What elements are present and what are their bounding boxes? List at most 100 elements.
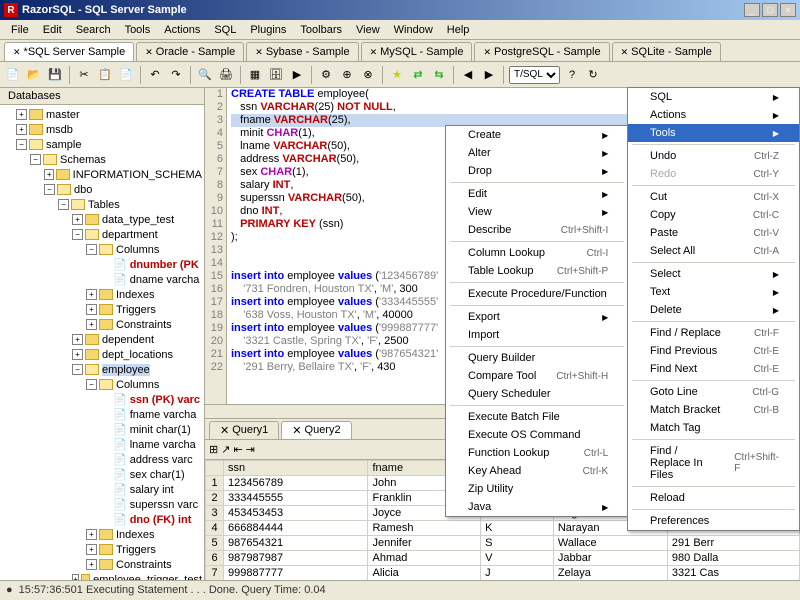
tree-node[interactable]: data_type_test [102, 214, 174, 226]
tree-column[interactable]: address varc [130, 454, 193, 466]
mi-actions[interactable]: Actions▶ [628, 106, 799, 124]
mi-compare-tool[interactable]: Compare ToolCtrl+Shift-H [446, 367, 628, 385]
sql-type-select[interactable]: T/SQL [509, 66, 560, 84]
db-icon[interactable]: 🗄 [267, 66, 285, 84]
mi-find-next[interactable]: Find NextCtrl-E [628, 360, 799, 378]
tab-oracle[interactable]: ✕Oracle - Sample [136, 42, 244, 61]
mi-exec-batch[interactable]: Execute Batch File [446, 408, 628, 426]
grid-nav-icon[interactable]: ⇤ [233, 443, 242, 456]
grid-filter-icon[interactable]: ⊞ [209, 443, 218, 456]
mi-sql[interactable]: SQL▶ [628, 88, 799, 106]
mi-text[interactable]: Text▶ [628, 283, 799, 301]
mi-drop[interactable]: Drop▶ [446, 162, 628, 180]
tree-node-schemas[interactable]: Schemas [60, 154, 106, 166]
mi-reload[interactable]: Reload [628, 489, 799, 507]
tree-node[interactable]: department [102, 229, 158, 241]
open-icon[interactable]: 📂 [25, 66, 43, 84]
tree-node-tables[interactable]: Tables [88, 199, 120, 211]
mi-undo[interactable]: UndoCtrl-Z [628, 147, 799, 165]
tree-node[interactable]: Triggers [116, 304, 156, 316]
action2-icon[interactable]: ⊕ [338, 66, 356, 84]
mi-describe[interactable]: DescribeCtrl+Shift-I [446, 221, 628, 239]
context-menu-main[interactable]: Create▶ Alter▶ Drop▶ Edit▶ View▶ Describ… [445, 125, 629, 517]
tree-column[interactable]: lname varcha [130, 439, 196, 451]
menu-search[interactable]: Search [69, 22, 118, 38]
print-icon[interactable]: 🖨 [217, 66, 235, 84]
tree-node-dbo[interactable]: dbo [74, 184, 92, 196]
tree-node[interactable]: Indexes [116, 289, 155, 301]
mi-paste[interactable]: PasteCtrl-V [628, 224, 799, 242]
mi-query-builder[interactable]: Query Builder [446, 349, 628, 367]
table-row[interactable]: 7999887777AliciaJZelaya3321 Cas [206, 566, 800, 581]
tree-node-sample[interactable]: sample [46, 139, 81, 151]
mi-preferences[interactable]: Preferences [628, 512, 799, 530]
close-icon[interactable]: ✕ [621, 47, 629, 58]
tree-column[interactable]: sex char(1) [130, 469, 185, 481]
tree-column[interactable]: minit char(1) [130, 424, 191, 436]
tree-column[interactable]: dnumber (PK [130, 259, 199, 271]
mi-select[interactable]: Select▶ [628, 265, 799, 283]
tab-sybase[interactable]: ✕Sybase - Sample [246, 42, 358, 61]
mi-create[interactable]: Create▶ [446, 126, 628, 144]
tree-column[interactable]: superssn varc [130, 499, 198, 511]
tree-column[interactable]: salary int [130, 484, 174, 496]
cut-icon[interactable]: ✂ [75, 66, 93, 84]
paste-icon[interactable]: 📄 [117, 66, 135, 84]
mi-function-lookup[interactable]: Function LookupCtrl-L [446, 444, 628, 462]
mi-find-prev[interactable]: Find PreviousCtrl-E [628, 342, 799, 360]
undo-icon[interactable]: ↶ [146, 66, 164, 84]
close-icon[interactable]: ✕ [370, 47, 378, 58]
run-icon[interactable]: ▶ [288, 66, 306, 84]
context-submenu[interactable]: SQL▶ Actions▶ Tools▶ UndoCtrl-Z RedoCtrl… [627, 87, 800, 531]
menu-window[interactable]: Window [387, 22, 440, 38]
mi-match-bracket[interactable]: Match BracketCtrl-B [628, 401, 799, 419]
mi-match-tag[interactable]: Match Tag [628, 419, 799, 437]
menu-toolbars[interactable]: Toolbars [293, 22, 349, 38]
mi-tools[interactable]: Tools▶ [628, 124, 799, 142]
mi-exec-os[interactable]: Execute OS Command [446, 426, 628, 444]
mi-delete[interactable]: Delete▶ [628, 301, 799, 319]
mi-redo[interactable]: RedoCtrl-Y [628, 165, 799, 183]
mi-find[interactable]: Find / ReplaceCtrl-F [628, 324, 799, 342]
close-icon[interactable]: ✕ [483, 47, 491, 58]
tab-sqlite[interactable]: ✕SQLite - Sample [612, 42, 721, 61]
tab-query2[interactable]: ✕Query2 [281, 421, 351, 439]
tree-column[interactable]: fname varcha [130, 409, 197, 421]
tree-node[interactable]: Indexes [116, 529, 155, 541]
close-icon[interactable]: ✕ [292, 424, 301, 437]
mi-select-all[interactable]: Select AllCtrl-A [628, 242, 799, 260]
tree-node-info[interactable]: INFORMATION_SCHEMA [73, 169, 202, 181]
col-header[interactable]: ssn [224, 461, 368, 476]
tree-node-columns[interactable]: Columns [116, 244, 159, 256]
mi-cut[interactable]: CutCtrl-X [628, 188, 799, 206]
menu-plugins[interactable]: Plugins [243, 22, 293, 38]
tree-node[interactable]: dept_locations [102, 349, 173, 361]
close-icon[interactable]: ✕ [145, 47, 153, 58]
mi-edit[interactable]: Edit▶ [446, 185, 628, 203]
new-icon[interactable]: 📄 [4, 66, 22, 84]
menu-actions[interactable]: Actions [157, 22, 207, 38]
mi-column-lookup[interactable]: Column LookupCtrl-I [446, 244, 628, 262]
menu-edit[interactable]: Edit [36, 22, 69, 38]
tree-node[interactable]: Triggers [116, 544, 156, 556]
mi-key-ahead[interactable]: Key AheadCtrl-K [446, 462, 628, 480]
menu-help[interactable]: Help [440, 22, 477, 38]
mi-query-scheduler[interactable]: Query Scheduler [446, 385, 628, 403]
compare-icon[interactable]: ⇆ [430, 66, 448, 84]
action3-icon[interactable]: ⊗ [359, 66, 377, 84]
mi-alter[interactable]: Alter▶ [446, 144, 628, 162]
minimize-button[interactable]: _ [744, 3, 760, 17]
tree-column[interactable]: dno (FK) int [130, 514, 192, 526]
tree-column[interactable]: dname varcha [130, 274, 200, 286]
tree-column[interactable]: ssn (PK) varc [130, 394, 200, 406]
mi-table-lookup[interactable]: Table LookupCtrl+Shift-P [446, 262, 628, 280]
table-row[interactable]: 5987654321JenniferSWallace291 Berr [206, 536, 800, 551]
tree-node-columns[interactable]: Columns [116, 379, 159, 391]
nav-next-icon[interactable]: ▶ [480, 66, 498, 84]
redo-icon[interactable]: ↷ [167, 66, 185, 84]
mi-import[interactable]: Import [446, 326, 628, 344]
tab-query1[interactable]: ✕Query1 [209, 421, 279, 439]
mi-zip[interactable]: Zip Utility [446, 480, 628, 498]
mi-java[interactable]: Java▶ [446, 498, 628, 516]
tab-mysql[interactable]: ✕MySQL - Sample [361, 42, 473, 61]
